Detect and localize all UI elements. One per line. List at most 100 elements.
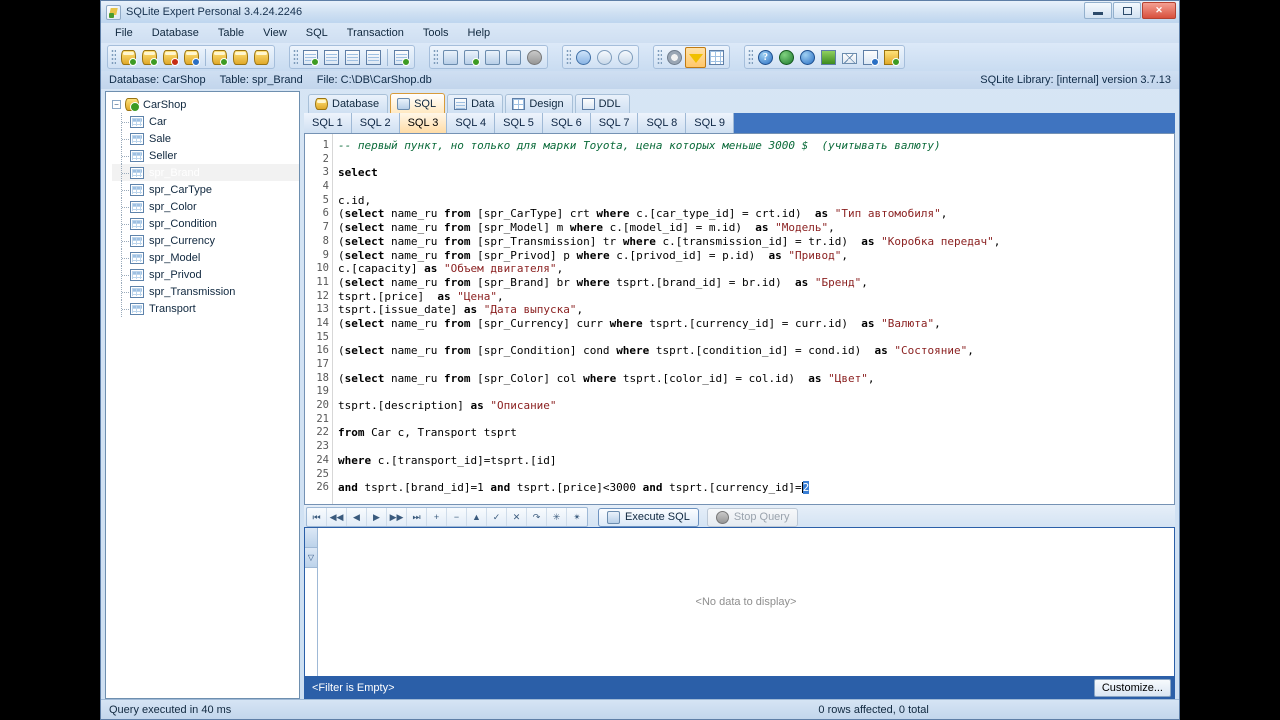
run-query-button[interactable] xyxy=(440,47,461,68)
code-line[interactable]: (select name_ru from [spr_Model] m where… xyxy=(338,221,1174,235)
edit-record-button[interactable]: ▲ xyxy=(467,508,487,526)
sql-editor[interactable]: 1 2 3 4 5 6 7 8 9 10 11 12 13 14 15 16 17 18 19 20 21 22 23 24 2… xyxy=(304,133,1175,505)
code-line[interactable] xyxy=(338,385,1174,399)
code-line[interactable] xyxy=(338,468,1174,482)
filter-indicator-icon[interactable]: ▽ xyxy=(305,548,317,568)
code-line[interactable]: (select name_ru from [spr_Brand] br wher… xyxy=(338,276,1174,290)
code-line[interactable]: (select name_ru from [spr_Currency] curr… xyxy=(338,317,1174,331)
backup-database-button[interactable] xyxy=(251,47,272,68)
toolbar-grip[interactable] xyxy=(111,49,116,65)
toolbar-grip[interactable] xyxy=(566,49,571,65)
code-line[interactable]: (select name_ru from [spr_Condition] con… xyxy=(338,344,1174,358)
tree-item-spr_model[interactable]: spr_Model xyxy=(112,249,299,266)
tree-item-spr_currency[interactable]: spr_Currency xyxy=(112,232,299,249)
sql-tab-sql4[interactable]: SQL 4 xyxy=(447,113,496,133)
delete-record-button[interactable]: − xyxy=(447,508,467,526)
code-line[interactable]: -- первый пункт, но только для марки Toy… xyxy=(338,139,1174,153)
sql-tab-sql1[interactable]: SQL 1 xyxy=(304,113,352,133)
toolbar-grip[interactable] xyxy=(293,49,298,65)
sql-tab-sql2[interactable]: SQL 2 xyxy=(351,113,400,133)
tree-root-carshop[interactable]: − CarShop xyxy=(112,96,299,113)
open-database-button[interactable] xyxy=(118,47,139,68)
first-record-button[interactable]: ⏮ xyxy=(307,508,327,526)
code-line[interactable]: c.id, xyxy=(338,194,1174,208)
save-query-button[interactable] xyxy=(482,47,503,68)
insert-record-button[interactable]: + xyxy=(427,508,447,526)
menu-table[interactable]: Table xyxy=(209,25,253,41)
design-table-button[interactable] xyxy=(391,47,412,68)
menu-tools[interactable]: Tools xyxy=(414,25,458,41)
menu-database[interactable]: Database xyxy=(143,25,208,41)
sql-tab-sql3[interactable]: SQL 3 xyxy=(399,113,448,133)
next-record-button[interactable]: ▶ xyxy=(367,508,387,526)
tree-item-spr_color[interactable]: spr_Color xyxy=(112,198,299,215)
new-database-button[interactable] xyxy=(139,47,160,68)
sql-tab-sql9[interactable]: SQL 9 xyxy=(686,113,735,133)
tree-item-spr_condition[interactable]: spr_Condition xyxy=(112,215,299,232)
toolbar-grip[interactable] xyxy=(657,49,662,65)
tree-item-sale[interactable]: Sale xyxy=(112,130,299,147)
sql-tab-sql8[interactable]: SQL 8 xyxy=(638,113,687,133)
home-page-button[interactable] xyxy=(776,47,797,68)
cancel-query-button[interactable] xyxy=(524,47,545,68)
maximize-button[interactable] xyxy=(1113,2,1141,19)
register-button[interactable] xyxy=(818,47,839,68)
menu-help[interactable]: Help xyxy=(459,25,500,41)
close-button[interactable]: ✕ xyxy=(1142,2,1176,19)
results-grid[interactable]: ▽ <No data to display> xyxy=(304,527,1175,677)
tree-item-spr_cartype[interactable]: spr_CarType xyxy=(112,181,299,198)
code-line[interactable]: and tsprt.[brand_id]=1 and tsprt.[price]… xyxy=(338,481,1174,495)
menu-sql[interactable]: SQL xyxy=(297,25,337,41)
code-line[interactable] xyxy=(338,180,1174,194)
new-table-button[interactable] xyxy=(300,47,321,68)
toolbar-grip[interactable] xyxy=(433,49,438,65)
last-record-button[interactable]: ⏭ xyxy=(407,508,427,526)
menu-file[interactable]: File xyxy=(106,25,142,41)
sql-tab-sql6[interactable]: SQL 6 xyxy=(542,113,591,133)
web-site-button[interactable] xyxy=(797,47,818,68)
filter-text[interactable]: <Filter is Empty> xyxy=(312,682,395,694)
remove-database-button[interactable] xyxy=(160,47,181,68)
attach-database-button[interactable] xyxy=(209,47,230,68)
contact-button[interactable] xyxy=(839,47,860,68)
tree-item-seller[interactable]: Seller xyxy=(112,147,299,164)
tab-database[interactable]: Database xyxy=(308,94,389,113)
code-line[interactable] xyxy=(338,440,1174,454)
code-line[interactable]: (select name_ru from [spr_Privod] p wher… xyxy=(338,249,1174,263)
code-line[interactable]: c.[capacity] as "Объем двигателя", xyxy=(338,262,1174,276)
code-line[interactable] xyxy=(338,413,1174,427)
sql-code-area[interactable]: -- первый пункт, но только для марки Toy… xyxy=(333,134,1174,504)
tree-item-spr_transmission[interactable]: spr_Transmission xyxy=(112,283,299,300)
grid-layout-button[interactable] xyxy=(706,47,727,68)
run-script-button[interactable] xyxy=(461,47,482,68)
rollback-transaction-button[interactable] xyxy=(615,47,636,68)
minimize-button[interactable] xyxy=(1084,2,1112,19)
menu-transaction[interactable]: Transaction xyxy=(338,25,413,41)
options-button[interactable] xyxy=(664,47,685,68)
code-line[interactable]: from Car c, Transport tsprt xyxy=(338,426,1174,440)
readme-button[interactable] xyxy=(860,47,881,68)
filter-button[interactable] xyxy=(685,46,706,68)
customize-button[interactable]: Customize... xyxy=(1093,679,1171,697)
set-null-button[interactable]: ✳ xyxy=(547,508,567,526)
prior-page-button[interactable]: ◀◀ xyxy=(327,508,347,526)
detach-database-button[interactable] xyxy=(230,47,251,68)
help-button[interactable]: ? xyxy=(755,47,776,68)
commit-transaction-button[interactable] xyxy=(594,47,615,68)
tree-item-spr_privod[interactable]: spr_Privod xyxy=(112,266,299,283)
code-line[interactable] xyxy=(338,358,1174,372)
code-line[interactable]: select xyxy=(338,166,1174,180)
tab-ddl[interactable]: DDL xyxy=(574,94,630,113)
filter-bar[interactable]: <Filter is Empty> Customize... xyxy=(304,677,1175,699)
clear-query-button[interactable] xyxy=(503,47,524,68)
cancel-edit-button[interactable]: ✕ xyxy=(507,508,527,526)
next-page-button[interactable]: ▶▶ xyxy=(387,508,407,526)
code-line[interactable]: tsprt.[issue_date] as "Дата выпуска", xyxy=(338,303,1174,317)
sql-tab-sql5[interactable]: SQL 5 xyxy=(495,113,543,133)
code-line[interactable]: where c.[transport_id]=tsprt.[id] xyxy=(338,454,1174,468)
menu-view[interactable]: View xyxy=(254,25,296,41)
code-line[interactable]: (select name_ru from [spr_Color] col whe… xyxy=(338,372,1174,386)
begin-transaction-button[interactable] xyxy=(573,47,594,68)
code-line[interactable]: tsprt.[price] as "Цена", xyxy=(338,290,1174,304)
new-trigger-button[interactable] xyxy=(363,47,384,68)
